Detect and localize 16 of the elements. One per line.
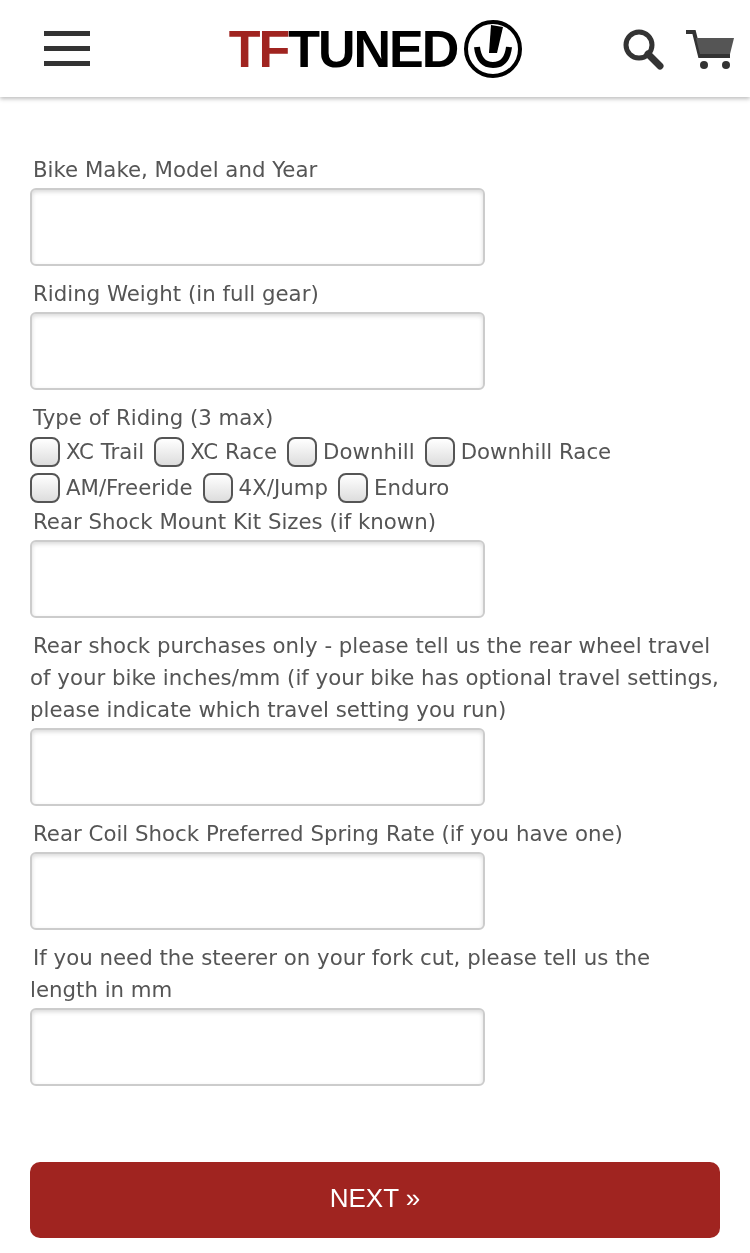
checkbox-label: AM/Freeride — [66, 474, 193, 502]
checkbox-label: Downhill — [323, 438, 415, 466]
checkbox-label: 4X/Jump — [238, 474, 328, 502]
field-label: Riding Weight (in full gear) — [32, 280, 320, 308]
logo-text[interactable]: TFTUNED — [228, 18, 458, 79]
checkbox-label: Enduro — [373, 474, 450, 502]
field-label: Rear Coil Shock Preferred Spring Rate (if you have one) — [32, 820, 624, 848]
field-label: Bike Make, Model and Year — [32, 156, 319, 184]
checkbox-label: Downhill Race — [460, 438, 612, 466]
field-label: Rear Shock Mount Kit Sizes (if known) — [32, 508, 438, 536]
field-label: Type of Riding (3 max) — [32, 404, 275, 432]
field-label: If you need the steerer on your fork cut, please tell us the length in mm — [30, 944, 652, 1004]
checkbox-label: XC Race — [190, 438, 278, 466]
checkbox-label: XC Trail — [66, 438, 145, 466]
next-button[interactable]: NEXT » — [30, 1162, 720, 1238]
field-label: Rear shock purchases only - please tell us the rear wheel travel of your bike inches/mm (if your bike has optional travel settings, please indicate which travel setting you run) — [30, 632, 720, 724]
